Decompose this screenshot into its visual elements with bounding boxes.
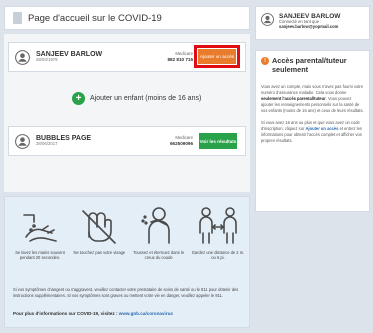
covid-more-label: Pour plus d'informations sur COVID-19, v… <box>13 311 118 316</box>
covid-info-link[interactable]: www.gnb.ca/coronavirus <box>119 311 173 316</box>
page-title: Page d'accueil sur le COVID-19 <box>28 12 162 24</box>
profile-card: SANJEEV BARLOW Connecté en tant que : sa… <box>255 6 370 40</box>
add-access-link[interactable]: Ajouter un accès <box>305 126 338 131</box>
covid-more-info: Pour plus d'informations sur COVID-19, v… <box>13 311 173 316</box>
info-card: ! Accès parental/tuteur seulement Vous a… <box>255 50 370 212</box>
add-child-button[interactable]: + Ajouter un enfant (moins de 16 ans) <box>72 92 201 105</box>
person-dob: 28/03/1979 <box>36 57 58 63</box>
pictogram-label: Toussez et éternuez dans le creux du cou… <box>133 250 185 261</box>
pictogram-label: Se lavez les mains souvent pendant 20 se… <box>15 250 65 261</box>
info-text: Vous avez un compte, mais vous n'avez pa… <box>261 84 364 96</box>
user-avatar-icon <box>15 49 30 65</box>
info-paragraph: Si vous avez 16 ans ou plus et que vous … <box>261 120 364 144</box>
page-header: Page d'accueil sur le COVID-19 <box>4 6 250 30</box>
document-icon <box>13 12 22 24</box>
page: Page d'accueil sur le COVID-19 SANJEEV B… <box>0 0 373 333</box>
user-avatar-icon <box>15 133 30 149</box>
hand-washing-icon <box>23 214 57 242</box>
pictogram: Gardez une distance de 2 m. ou 6 pi. <box>191 203 245 281</box>
add-access-button[interactable]: Ajouter un accès <box>194 45 240 68</box>
person-card: SANJEEV BARLOW 28/03/1979 Medicare 882 8… <box>8 42 246 72</box>
medicare-number: 882 810 715 <box>167 56 193 62</box>
pictogram: Ne touchez pas votre visage <box>72 203 126 281</box>
pictogram: Se lavez les mains souvent pendant 20 se… <box>13 203 67 281</box>
plus-icon: + <box>72 92 85 105</box>
user-avatar-icon <box>261 13 274 26</box>
person-dob: 28/06/2017 <box>36 141 58 147</box>
cough-elbow-icon <box>141 207 170 244</box>
info-bold-text: seulement l'accès parental/tuteur <box>261 96 326 102</box>
covid-guidance-panel: Se lavez les mains souvent pendant 20 se… <box>4 196 250 328</box>
no-touch-face-icon <box>82 210 117 244</box>
pictogram: Toussez et éternuez dans le creux du cou… <box>132 203 186 281</box>
warning-icon: ! <box>261 57 269 65</box>
medicare-number: 662509096 <box>170 140 193 146</box>
pictogram-label: Gardez une distance de 2 m. ou 6 pi. <box>191 250 245 261</box>
person-card: BUBBLES PAGE 28/06/2017 Medicare 6625090… <box>8 126 246 156</box>
covid-guidance-text: Si vos symptômes changent ou s'aggravent… <box>13 287 239 298</box>
distance-icon <box>199 207 237 244</box>
info-paragraph: Vous avez un compte, mais vous n'avez pa… <box>261 84 364 114</box>
info-title: Accès parental/tuteur seulement <box>272 56 347 75</box>
profile-email: sanjeev.barlow@yopmail.com <box>279 24 339 30</box>
view-results-button[interactable]: Voir les résultats <box>199 133 237 149</box>
main-panel: SANJEEV BARLOW 28/03/1979 Medicare 882 8… <box>4 34 250 192</box>
add-child-label: Ajouter un enfant (moins de 16 ans) <box>90 95 202 102</box>
pictogram-label: Ne touchez pas votre visage <box>73 250 126 255</box>
